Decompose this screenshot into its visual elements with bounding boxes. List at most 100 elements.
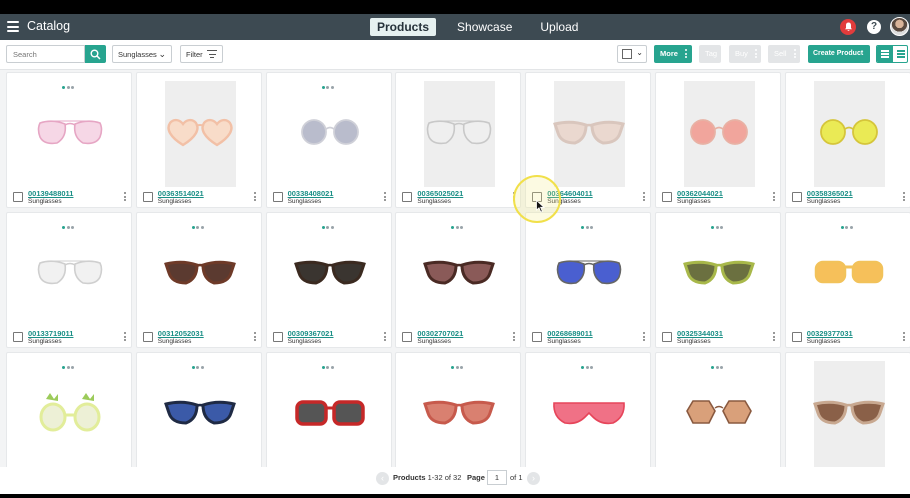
product-card[interactable]: 00302707021 Sunglasses bbox=[395, 212, 522, 348]
product-sku-link[interactable]: 00309367021 bbox=[288, 329, 334, 338]
product-image[interactable] bbox=[162, 393, 238, 433]
product-sku-link[interactable]: 00139488011 bbox=[28, 189, 73, 198]
help-icon[interactable]: ? bbox=[867, 20, 881, 34]
product-select-checkbox[interactable] bbox=[142, 192, 153, 202]
product-menu-icon[interactable] bbox=[383, 192, 387, 203]
status-dots bbox=[581, 356, 595, 369]
product-sku-link[interactable]: 00329377031 bbox=[807, 329, 853, 338]
tab-upload[interactable]: Upload bbox=[533, 18, 585, 36]
product-card[interactable]: 00309367021 Sunglasses bbox=[265, 212, 392, 348]
grid-view-icon[interactable] bbox=[877, 46, 893, 62]
sell-button[interactable]: Sell bbox=[768, 45, 800, 63]
product-card[interactable]: 00365025021 Sunglasses bbox=[395, 72, 522, 208]
product-sku-link[interactable]: 00358365021 bbox=[807, 189, 853, 198]
product-select-checkbox[interactable] bbox=[272, 332, 283, 342]
product-image[interactable] bbox=[32, 113, 108, 153]
product-menu-icon[interactable] bbox=[383, 332, 387, 343]
product-menu-icon[interactable] bbox=[513, 332, 516, 343]
product-sku-link[interactable]: 00363514021 bbox=[158, 189, 204, 198]
prev-page-button[interactable]: ‹ bbox=[376, 472, 389, 485]
product-image[interactable] bbox=[681, 113, 757, 153]
product-menu-icon[interactable] bbox=[643, 332, 646, 343]
product-card[interactable]: 00358365021 Sunglasses bbox=[784, 72, 910, 208]
product-menu-icon[interactable] bbox=[253, 192, 257, 203]
select-all-checkbox[interactable] bbox=[622, 49, 632, 59]
product-menu-icon[interactable] bbox=[773, 192, 776, 203]
product-select-checkbox[interactable] bbox=[791, 332, 802, 342]
product-image[interactable] bbox=[292, 393, 368, 433]
product-image[interactable] bbox=[421, 113, 497, 153]
product-select-checkbox[interactable] bbox=[662, 332, 672, 342]
product-image[interactable] bbox=[162, 113, 238, 153]
tab-products[interactable]: Products bbox=[370, 18, 437, 36]
tag-button[interactable]: Tag bbox=[699, 45, 721, 63]
product-select-checkbox[interactable] bbox=[272, 192, 283, 202]
product-sku-link[interactable]: 00362044021 bbox=[677, 189, 723, 198]
product-menu-icon[interactable] bbox=[773, 332, 776, 343]
product-menu-icon[interactable] bbox=[124, 332, 127, 343]
product-select-checkbox[interactable] bbox=[13, 192, 23, 202]
product-card[interactable]: 00338408021 Sunglasses bbox=[265, 72, 392, 208]
product-sku-link[interactable]: 00302707021 bbox=[417, 329, 463, 338]
more-button[interactable]: More bbox=[654, 45, 692, 63]
tab-showcase[interactable]: Showcase bbox=[450, 18, 519, 36]
list-view-icon[interactable] bbox=[893, 46, 907, 62]
product-menu-icon[interactable] bbox=[643, 192, 646, 203]
product-image[interactable] bbox=[811, 253, 887, 293]
product-image[interactable] bbox=[292, 253, 368, 293]
product-sku-link[interactable]: 00325344031 bbox=[677, 329, 723, 338]
search-input[interactable] bbox=[6, 45, 85, 63]
product-sku-link[interactable]: 00365025021 bbox=[417, 189, 463, 198]
search-button[interactable] bbox=[85, 45, 106, 63]
product-menu-icon[interactable] bbox=[902, 332, 906, 343]
product-image[interactable] bbox=[162, 253, 238, 293]
cursor-highlight bbox=[513, 175, 561, 223]
product-image[interactable] bbox=[292, 113, 368, 153]
product-menu-icon[interactable] bbox=[124, 192, 127, 203]
product-select-checkbox[interactable] bbox=[662, 192, 672, 202]
product-sku-link[interactable]: 00338408021 bbox=[288, 189, 334, 198]
product-card[interactable]: 00363514021 Sunglasses bbox=[135, 72, 262, 208]
product-card[interactable]: 00312052031 Sunglasses bbox=[135, 212, 262, 348]
filter-button[interactable]: Filter bbox=[180, 45, 223, 63]
select-all-dropdown[interactable]: ⌄ bbox=[617, 45, 647, 63]
product-image[interactable] bbox=[811, 113, 887, 153]
product-select-checkbox[interactable] bbox=[402, 332, 413, 342]
product-select-checkbox[interactable] bbox=[791, 192, 802, 202]
hamburger-menu-icon[interactable] bbox=[7, 21, 19, 32]
product-card[interactable]: 00268689011 Sunglasses bbox=[525, 212, 652, 348]
product-image[interactable] bbox=[551, 113, 627, 153]
product-image[interactable] bbox=[551, 253, 627, 293]
product-image[interactable] bbox=[681, 253, 757, 293]
product-image[interactable] bbox=[421, 393, 497, 433]
product-menu-icon[interactable] bbox=[253, 332, 257, 343]
product-card[interactable]: 00329377031 Sunglasses bbox=[784, 212, 910, 348]
page-number-input[interactable]: 1 bbox=[487, 470, 507, 485]
product-sku-link[interactable]: 00133719011 bbox=[28, 329, 73, 338]
product-image[interactable] bbox=[811, 393, 887, 433]
product-select-checkbox[interactable] bbox=[532, 332, 543, 342]
notification-bell-icon[interactable] bbox=[840, 19, 856, 35]
user-avatar[interactable] bbox=[890, 17, 909, 36]
product-select-checkbox[interactable] bbox=[142, 332, 153, 342]
product-image[interactable] bbox=[32, 253, 108, 293]
product-card[interactable]: 00133719011 Sunglasses bbox=[6, 212, 132, 348]
product-card[interactable]: 00362044021 Sunglasses bbox=[655, 72, 781, 208]
category-select[interactable]: Sunglasses ⌄ bbox=[112, 45, 172, 63]
product-image[interactable] bbox=[32, 393, 108, 433]
view-toggle[interactable] bbox=[876, 45, 908, 63]
product-card[interactable]: 00325344031 Sunglasses bbox=[655, 212, 781, 348]
product-sku-link[interactable]: 00312052031 bbox=[158, 329, 204, 338]
product-image[interactable] bbox=[421, 253, 497, 293]
product-menu-icon[interactable] bbox=[902, 192, 906, 203]
product-card[interactable]: 00139488011 Sunglasses bbox=[6, 72, 132, 208]
product-sku-link[interactable]: 00268689011 bbox=[547, 329, 592, 338]
next-page-button[interactable]: › bbox=[527, 472, 540, 485]
product-category: Sunglasses bbox=[287, 338, 322, 345]
buy-button[interactable]: Buy bbox=[729, 45, 761, 63]
create-product-button[interactable]: Create Product bbox=[808, 45, 870, 63]
product-select-checkbox[interactable] bbox=[13, 332, 23, 342]
product-select-checkbox[interactable] bbox=[402, 192, 413, 202]
product-image[interactable] bbox=[681, 393, 757, 433]
product-image[interactable] bbox=[551, 393, 627, 433]
